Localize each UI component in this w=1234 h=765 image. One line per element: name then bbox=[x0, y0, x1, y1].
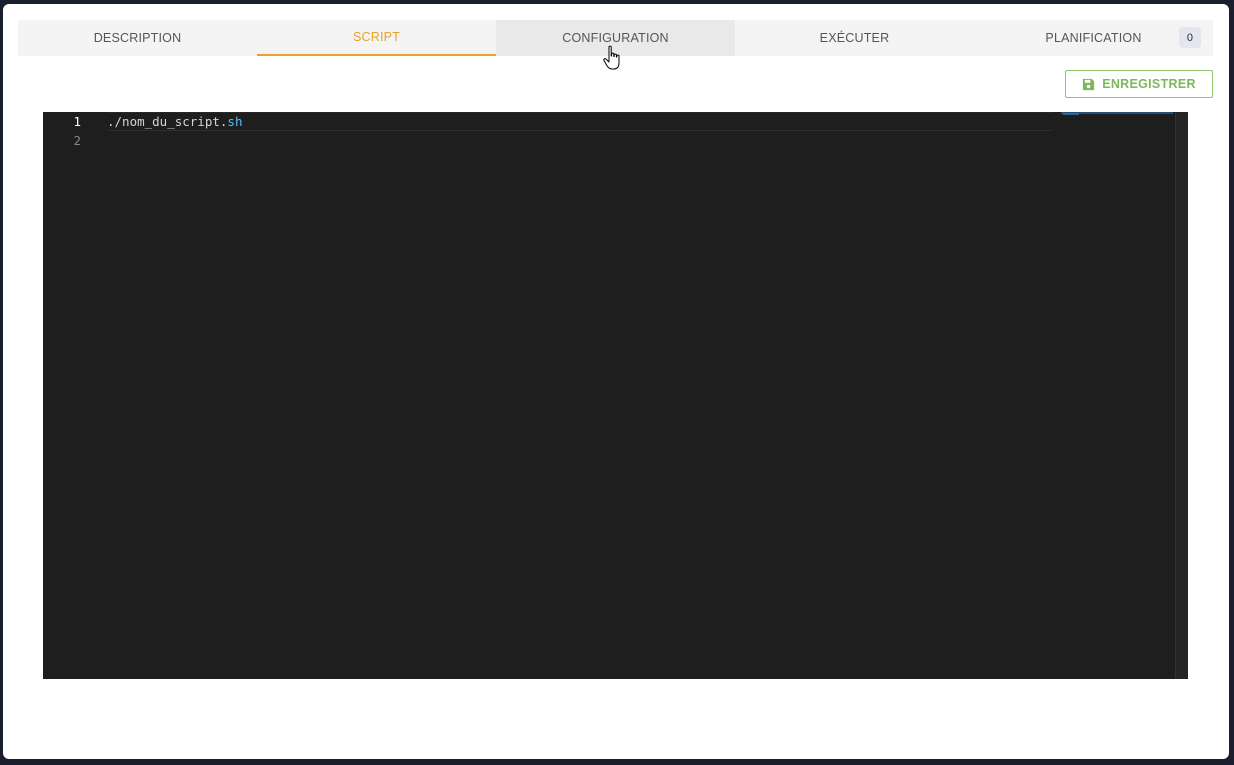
tab-script[interactable]: SCRIPT bbox=[257, 20, 496, 56]
count-badge: 0 bbox=[1179, 27, 1201, 48]
code-editor[interactable]: 1 2 ./nom_du_script.sh bbox=[43, 112, 1188, 679]
code-line[interactable] bbox=[107, 131, 1053, 150]
main-panel: DESCRIPTION SCRIPT CONFIGURATION EXÉCUTE… bbox=[3, 4, 1229, 759]
tab-label: CONFIGURATION bbox=[562, 31, 669, 45]
tab-description[interactable]: DESCRIPTION bbox=[18, 20, 257, 56]
floppy-disk-icon bbox=[1083, 78, 1095, 90]
tab-configuration[interactable]: CONFIGURATION bbox=[496, 20, 735, 56]
save-button-label: ENREGISTRER bbox=[1102, 77, 1196, 91]
tab-label: EXÉCUTER bbox=[819, 31, 890, 45]
tab-bar: DESCRIPTION SCRIPT CONFIGURATION EXÉCUTE… bbox=[18, 20, 1213, 56]
code-token-extension: sh bbox=[227, 114, 243, 129]
tab-label: DESCRIPTION bbox=[93, 31, 182, 45]
line-number-gutter: 1 2 bbox=[43, 112, 87, 679]
minimap[interactable] bbox=[1061, 112, 1173, 679]
line-number: 1 bbox=[73, 114, 81, 129]
code-line[interactable]: ./nom_du_script.sh bbox=[107, 112, 1053, 131]
save-button[interactable]: ENREGISTRER bbox=[1065, 70, 1213, 98]
minimap-line bbox=[1063, 113, 1079, 115]
line-number: 2 bbox=[73, 133, 81, 148]
code-token: ./nom_du_script. bbox=[107, 114, 228, 129]
tab-executer[interactable]: EXÉCUTER bbox=[735, 20, 974, 56]
tab-label: SCRIPT bbox=[352, 30, 401, 44]
tab-planification[interactable]: PLANIFICATION 0 bbox=[974, 20, 1213, 56]
tab-label: PLANIFICATION bbox=[1045, 31, 1142, 45]
vertical-scrollbar[interactable] bbox=[1175, 112, 1188, 679]
